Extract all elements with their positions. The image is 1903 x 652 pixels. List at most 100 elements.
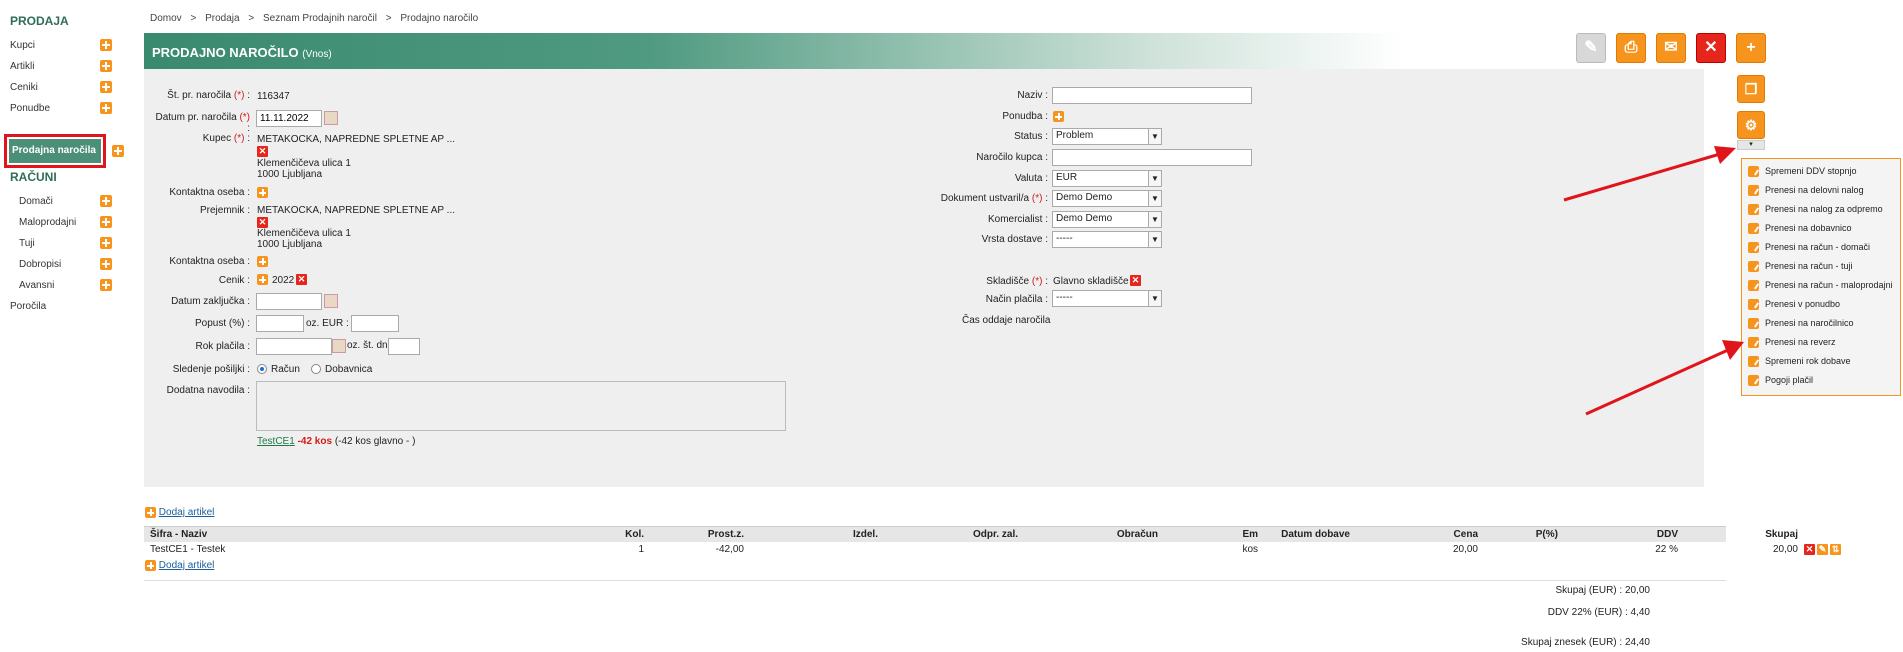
sidebar-item-artikli[interactable]: Artikli: [10, 56, 112, 78]
add-icon[interactable]: [100, 102, 112, 114]
stock-link[interactable]: TestCE1: [257, 436, 295, 447]
discount-label: Popust (%) :: [194, 318, 250, 329]
buyer-order-input[interactable]: [1052, 149, 1252, 166]
add-contact-icon[interactable]: [257, 187, 268, 198]
calendar-icon[interactable]: [324, 111, 338, 125]
menu-item-racun-tuji[interactable]: Prenesi na račun - tuji: [1748, 258, 1853, 274]
add-article-top[interactable]: Dodaj artikel: [145, 507, 214, 518]
menu-item-reverz[interactable]: Prenesi na reverz: [1748, 334, 1836, 350]
add-icon[interactable]: [100, 39, 112, 51]
add-offer-icon[interactable]: [1053, 111, 1064, 122]
sidebar-section-racuni: RAČUNI: [10, 170, 57, 184]
edit-icon: [1748, 337, 1759, 349]
add-icon: [145, 507, 156, 518]
doc-created-select[interactable]: Demo Demo ▼: [1052, 190, 1162, 207]
offer-label: Ponudba :: [1002, 111, 1048, 122]
breadcrumb-domov[interactable]: Domov: [150, 13, 182, 24]
edit-row-icon[interactable]: ✎: [1817, 544, 1828, 555]
edit-button[interactable]: ✎: [1576, 33, 1606, 63]
copy-button[interactable]: ❐: [1737, 75, 1765, 103]
menu-item-ponudba[interactable]: Prenesi v ponudbo: [1748, 296, 1840, 312]
breadcrumb-current: Prodajno naročilo: [400, 13, 479, 24]
menu-item-spremeni-ddv[interactable]: Spremeni DDV stopnjo: [1748, 163, 1857, 179]
add-icon[interactable]: [100, 81, 112, 93]
delivery-select[interactable]: ----- ▼: [1052, 231, 1162, 248]
calendar-icon[interactable]: [324, 294, 338, 308]
add-icon[interactable]: [100, 279, 112, 291]
plus-icon: +: [1746, 39, 1756, 56]
remove-recipient-icon[interactable]: ✕: [257, 217, 268, 228]
page-header: PRODAJNO NAROČILO (Vnos): [144, 33, 1404, 69]
table-row[interactable]: TestCE1 - Testek 1 -42,00 kos 20,00 22 %…: [144, 542, 1841, 558]
menu-item-racun-domaci[interactable]: Prenesi na račun - domači: [1748, 239, 1870, 255]
add-button[interactable]: +: [1736, 33, 1766, 63]
sidebar-item-ponudbe[interactable]: Ponudbe: [10, 98, 112, 120]
payment-select[interactable]: ----- ▼: [1052, 290, 1162, 307]
add-icon[interactable]: [100, 216, 112, 228]
sidebar-item-dobropisi[interactable]: Dobropisi: [19, 254, 112, 276]
close-icon: ✕: [1704, 39, 1718, 56]
actions-button[interactable]: ⚙: [1737, 111, 1765, 139]
order-date-input[interactable]: [256, 110, 322, 127]
menu-item-pogoji-placil[interactable]: Pogoji plačil: [1748, 372, 1813, 388]
add-icon[interactable]: [112, 145, 124, 157]
sidebar-item-prodajna-narocila[interactable]: Prodajna naročila: [4, 134, 106, 168]
warehouse-label: Skladišče (*) :: [986, 276, 1048, 287]
grand-total-row: Skupaj znesek (EUR) : 24,40: [1521, 637, 1650, 648]
sidebar-item-domaci[interactable]: Domači: [19, 191, 112, 213]
discount-input[interactable]: [256, 315, 304, 332]
menu-item-narocilnica[interactable]: Prenesi na naročilnico: [1748, 315, 1854, 331]
status-select[interactable]: Problem ▼: [1052, 128, 1162, 145]
tracking-radio-dobavnica[interactable]: [311, 364, 321, 374]
edit-icon: [1748, 223, 1759, 235]
add-pricelist-icon[interactable]: [257, 274, 268, 285]
tracking-radio-racun[interactable]: [257, 364, 267, 374]
calendar-icon[interactable]: [332, 339, 346, 353]
name-input[interactable]: [1052, 87, 1252, 104]
email-button[interactable]: ✉: [1656, 33, 1686, 63]
menu-item-delovni-nalog[interactable]: Prenesi na delovni nalog: [1748, 182, 1864, 198]
sidebar-item-porocila[interactable]: Poročila: [10, 296, 110, 318]
add-contact2-icon[interactable]: [257, 256, 268, 267]
menu-item-rok-dobave[interactable]: Spremeni rok dobave: [1748, 353, 1851, 369]
add-article-bottom[interactable]: Dodaj artikel: [145, 560, 214, 571]
add-icon[interactable]: [100, 258, 112, 270]
menu-item-racun-maloprodajni[interactable]: Prenesi na račun - maloprodajni: [1748, 277, 1893, 293]
close-date-label: Datum zaključka :: [171, 296, 250, 307]
sidebar-item-tuji[interactable]: Tuji: [19, 233, 112, 255]
edit-icon: [1748, 185, 1759, 197]
commercialist-select[interactable]: Demo Demo ▼: [1052, 211, 1162, 228]
remove-pricelist-icon[interactable]: ✕: [296, 274, 307, 285]
recipient-street: Klemenčičeva ulica 1: [257, 228, 351, 239]
close-date-input[interactable]: [256, 293, 322, 310]
add-icon[interactable]: [100, 195, 112, 207]
currency-select[interactable]: EUR ▼: [1052, 170, 1162, 187]
add-icon[interactable]: [100, 60, 112, 72]
breadcrumb-prodaja[interactable]: Prodaja: [205, 13, 239, 24]
buyer-order-label: Naročilo kupca :: [976, 152, 1048, 163]
sidebar-item-maloprodajni[interactable]: Maloprodajni: [19, 212, 112, 234]
print-button[interactable]: ⎙: [1616, 33, 1646, 63]
sidebar: PRODAJA Kupci Artikli Ceniki Ponudbe Pro…: [0, 0, 124, 652]
breadcrumb-seznam[interactable]: Seznam Prodajnih naročil: [263, 13, 377, 24]
add-icon[interactable]: [100, 237, 112, 249]
actions-dropdown-toggle[interactable]: ▾: [1737, 140, 1765, 150]
remove-warehouse-icon[interactable]: ✕: [1130, 275, 1141, 286]
move-row-icon[interactable]: ⇅: [1830, 544, 1841, 555]
delete-row-icon[interactable]: ✕: [1804, 544, 1815, 555]
sidebar-item-ceniki[interactable]: Ceniki: [10, 77, 112, 99]
sidebar-item-avansni[interactable]: Avansni: [19, 275, 112, 297]
delete-button[interactable]: ✕: [1696, 33, 1726, 63]
menu-item-nalog-odprema[interactable]: Prenesi na nalog za odpremo: [1748, 201, 1883, 217]
menu-item-dobavnica[interactable]: Prenesi na dobavnico: [1748, 220, 1852, 236]
remove-buyer-icon[interactable]: ✕: [257, 146, 268, 157]
tracking-label: Sledenje pošiljki :: [172, 364, 250, 375]
days-input[interactable]: [388, 338, 420, 355]
delivery-label: Vrsta dostave :: [981, 234, 1048, 245]
sidebar-item-kupci[interactable]: Kupci: [10, 35, 112, 57]
discount-eur-input[interactable]: [351, 315, 399, 332]
printer-icon: ⎙: [1624, 39, 1638, 56]
instructions-textarea[interactable]: [256, 381, 786, 431]
due-date-input[interactable]: [256, 338, 332, 355]
chevron-down-icon: ▼: [1148, 212, 1161, 227]
